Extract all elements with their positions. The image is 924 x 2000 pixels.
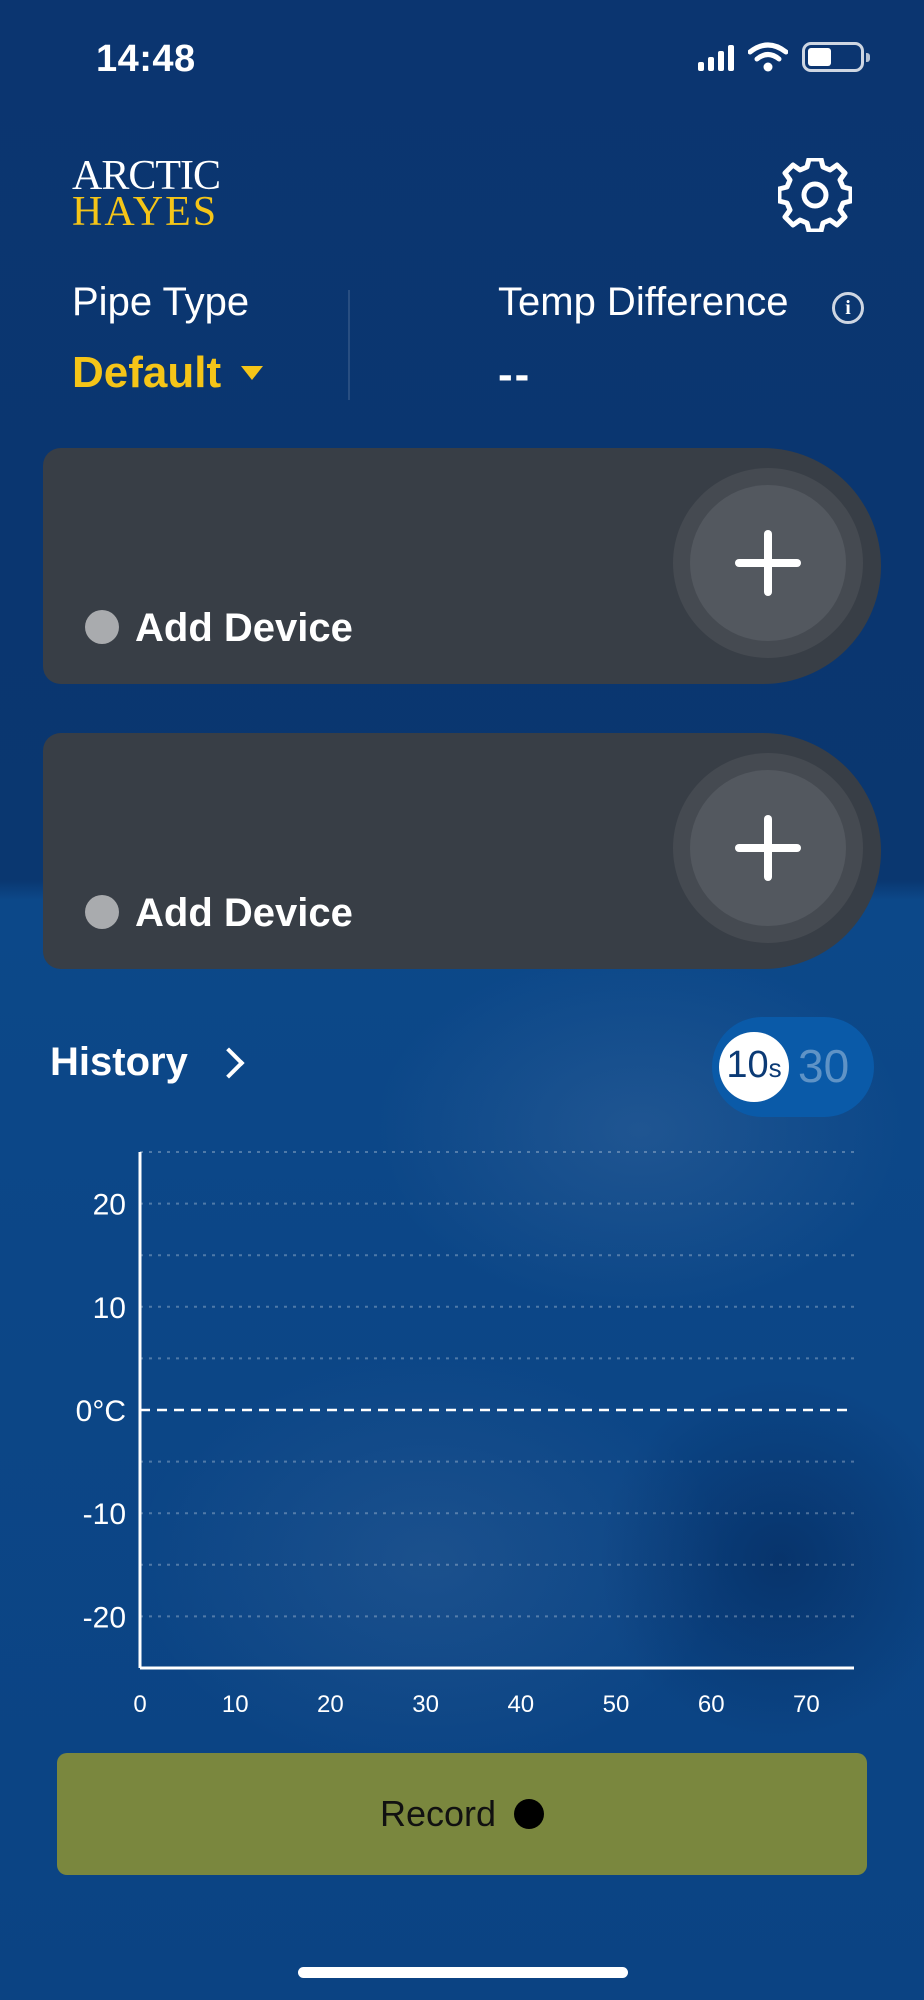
home-indicator — [298, 1967, 628, 1978]
interval-toggle[interactable]: 10 s 30 — [712, 1017, 874, 1117]
temp-difference-label: Temp Difference — [498, 280, 789, 324]
settings-gear-icon[interactable] — [778, 158, 852, 232]
y-tick-label: 20 — [93, 1189, 126, 1222]
y-tick-label: 0°C — [76, 1395, 126, 1428]
x-tick-label: 0 — [133, 1691, 146, 1718]
x-tick-label: 30 — [412, 1691, 439, 1718]
add-device-button[interactable] — [673, 468, 863, 658]
interval-option-30[interactable]: 30 — [798, 1039, 849, 1093]
y-tick-label: -10 — [83, 1498, 126, 1531]
interval-option-10s[interactable]: 10 s — [719, 1032, 789, 1102]
pipe-type-dropdown[interactable]: Default — [72, 348, 264, 398]
pipe-type-label: Pipe Type — [72, 280, 250, 324]
y-tick-label: 10 — [93, 1292, 126, 1325]
record-dot-icon — [514, 1799, 545, 1829]
record-button[interactable]: Record — [57, 1753, 867, 1875]
caret-down-icon — [241, 366, 264, 380]
chart-y-ticks: 20 10 0°C -10 -20 — [76, 1189, 126, 1635]
x-tick-label: 10 — [222, 1691, 249, 1718]
info-icon[interactable]: i — [832, 292, 864, 324]
device-card-2[interactable]: Add Device — [43, 733, 881, 969]
status-time: 14:48 — [96, 38, 196, 80]
history-chart: 20 10 0°C -10 -20 0 10 20 30 40 50 60 70 — [76, 1151, 854, 1718]
x-tick-label: 60 — [698, 1691, 725, 1718]
divider — [348, 290, 350, 400]
x-tick-label: 40 — [507, 1691, 534, 1718]
cellular-signal-icon — [698, 43, 734, 71]
device-card-1[interactable]: Add Device — [43, 448, 881, 684]
add-device-button[interactable] — [673, 753, 863, 943]
pipe-type-value: Default — [72, 348, 222, 397]
history-title: History — [50, 1040, 188, 1084]
chart-x-ticks: 0 10 20 30 40 50 60 70 — [133, 1691, 819, 1718]
record-label: Record — [379, 1793, 497, 1834]
chevron-right-icon — [213, 1046, 245, 1079]
x-tick-label: 70 — [793, 1691, 820, 1718]
add-device-label: Add Device — [135, 891, 353, 935]
chart-grid — [140, 1151, 854, 1618]
arctic-hayes-logo: ARCTIC HAYES — [72, 153, 221, 235]
device-status-dot — [85, 610, 119, 644]
battery-icon — [802, 42, 870, 72]
device-status-dot — [85, 895, 119, 929]
x-tick-label: 20 — [317, 1691, 344, 1718]
add-device-label: Add Device — [135, 606, 353, 650]
x-tick-label: 50 — [603, 1691, 630, 1718]
history-link[interactable]: History — [50, 1040, 245, 1085]
temp-difference-value: -- — [498, 350, 532, 399]
wifi-icon — [748, 42, 788, 72]
y-tick-label: -20 — [83, 1601, 126, 1634]
status-icons — [698, 42, 870, 72]
